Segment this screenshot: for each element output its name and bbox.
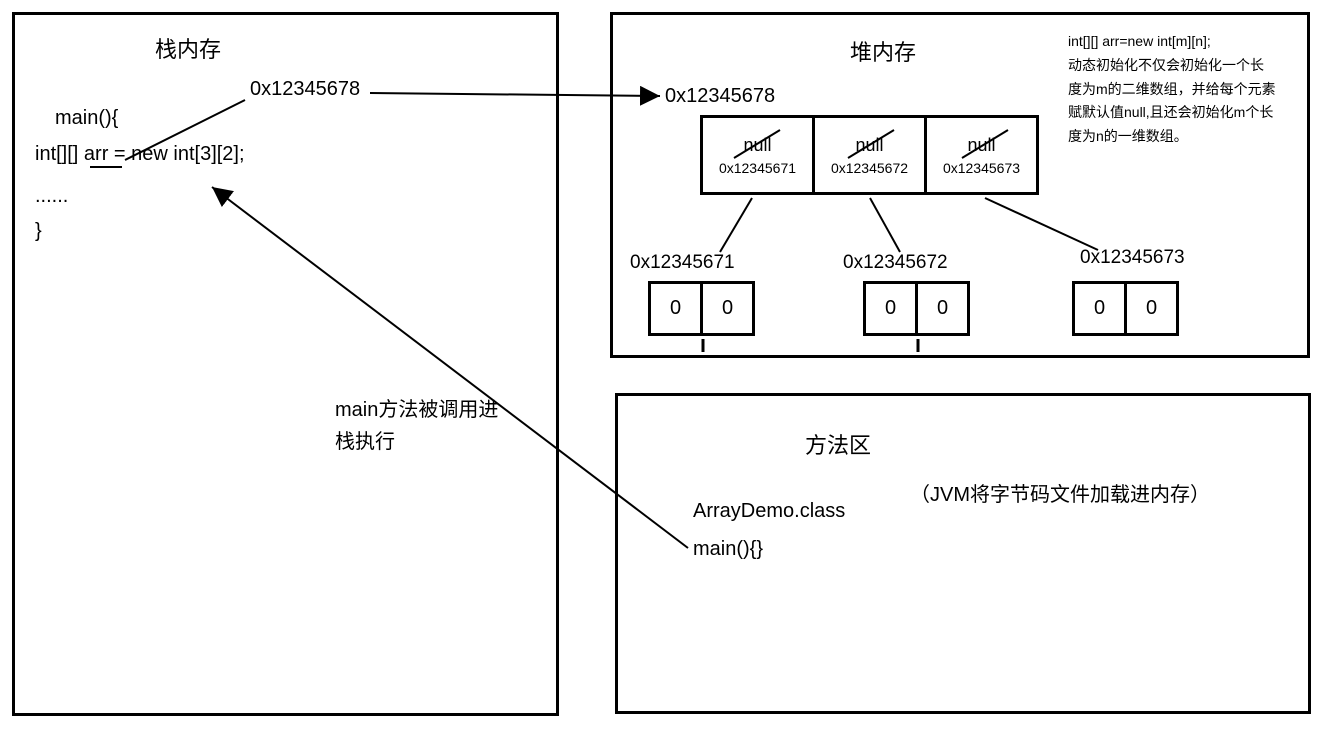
outer-cell-0: null 0x12345671 — [700, 115, 815, 195]
sub1-row: 0 0 — [863, 281, 970, 336]
sidenote-l1: int[][] arr=new int[m][n]; — [1068, 33, 1211, 49]
caption-line2: 栈执行 — [335, 425, 395, 454]
outer-cell-addr: 0x12345673 — [943, 160, 1020, 176]
sub2-label: 0x12345673 — [1080, 247, 1185, 269]
sub0-row: 0 0 — [648, 281, 755, 336]
outer-cell-1: null 0x12345672 — [812, 115, 927, 195]
sub2-cell-1: 0 — [1124, 281, 1179, 336]
sidenote-l2: 动态初始化不仅会初始化一个长 — [1068, 57, 1264, 73]
sub0-cell-1: 0 — [700, 281, 755, 336]
method-area-title: 方法区 — [805, 428, 871, 460]
sub1-cell-1: 0 — [915, 281, 970, 336]
sub0-label: 0x12345671 — [630, 252, 735, 274]
outer-array-row: null 0x12345671 null 0x12345672 null 0x1… — [700, 115, 1039, 195]
sidenote-l4: 赋默认值null,且还会初始化m个长 — [1068, 104, 1273, 120]
outer-cell-2: null 0x12345673 — [924, 115, 1039, 195]
outer-cell-addr: 0x12345671 — [719, 160, 796, 176]
method-area-note: （JVM将字节码文件加载进内存） — [910, 478, 1210, 507]
caption-line1: main方法被调用进 — [335, 393, 498, 422]
sub2-cell-0: 0 — [1072, 281, 1127, 336]
sub1-cell-0: 0 — [863, 281, 918, 336]
sub2-row: 0 0 — [1072, 281, 1179, 336]
heap-address: 0x12345678 — [665, 85, 775, 108]
side-note: int[][] arr=new int[m][n]; 动态初始化不仅会初始化一个… — [1068, 30, 1318, 149]
sub1-label: 0x12345672 — [843, 252, 948, 274]
outer-cell-null: null — [967, 135, 995, 156]
method-area-class: ArrayDemo.class — [693, 500, 845, 523]
method-area-main: main(){} — [693, 538, 763, 561]
stack-title: 栈内存 — [155, 32, 221, 64]
sub0-cell-0: 0 — [648, 281, 703, 336]
stack-address: 0x12345678 — [250, 78, 360, 101]
stack-code-line4: } — [35, 220, 42, 243]
stack-code-line2: int[][] arr = new int[3][2]; — [35, 143, 245, 166]
outer-cell-addr: 0x12345672 — [831, 160, 908, 176]
sidenote-l5: 度为n的一维数组。 — [1068, 128, 1188, 144]
outer-cell-null: null — [743, 135, 771, 156]
stack-code-line3: ...... — [35, 185, 68, 208]
stack-code-line1: main(){ — [55, 107, 118, 130]
heap-title: 堆内存 — [850, 35, 916, 67]
sidenote-l3: 度为m的二维数组，并给每个元素 — [1068, 81, 1276, 97]
outer-cell-null: null — [855, 135, 883, 156]
